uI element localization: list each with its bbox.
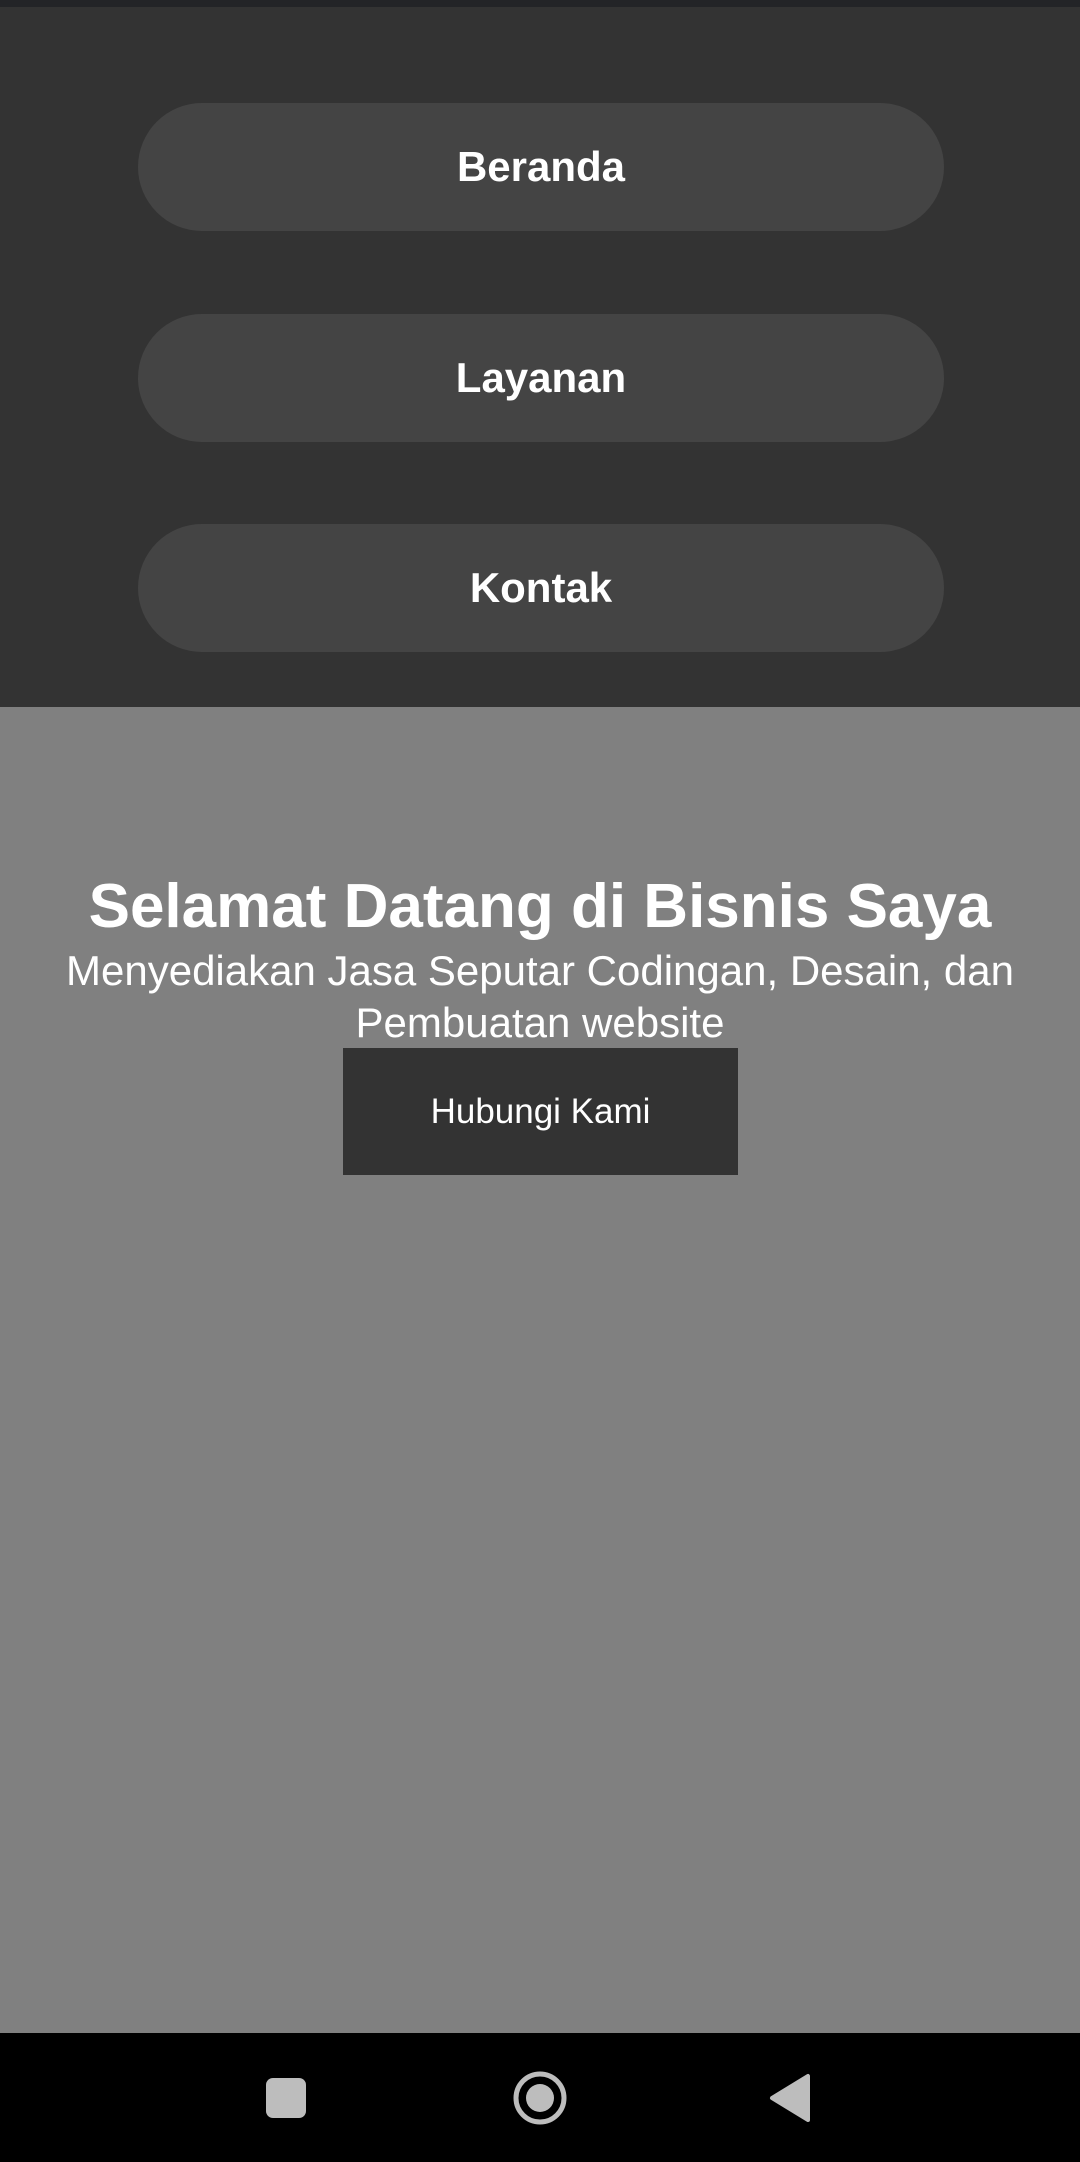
hero-section: Selamat Datang di Bisnis Saya Menyediaka… — [0, 707, 1080, 2033]
nav-button-kontak[interactable]: Kontak — [138, 524, 944, 652]
recents-button[interactable] — [216, 2033, 356, 2162]
hero-subtitle: Menyediakan Jasa Seputar Codingan, Desai… — [66, 947, 1014, 1046]
back-button[interactable] — [720, 2033, 860, 2162]
circle-icon — [513, 2071, 567, 2124]
home-button[interactable] — [470, 2033, 610, 2162]
triangle-back-icon — [770, 2073, 810, 2122]
hero-title: Selamat Datang di Bisnis Saya — [88, 872, 992, 941]
nav-button-beranda[interactable]: Beranda — [138, 103, 944, 231]
nav-button-layanan[interactable]: Layanan — [138, 314, 944, 442]
system-navigation-bar — [0, 2033, 1080, 2162]
square-icon — [266, 2077, 306, 2118]
status-bar-edge — [0, 0, 1080, 7]
navigation-menu: Beranda Layanan Kontak — [0, 7, 1080, 707]
contact-us-button[interactable]: Hubungi Kami — [343, 1048, 738, 1175]
